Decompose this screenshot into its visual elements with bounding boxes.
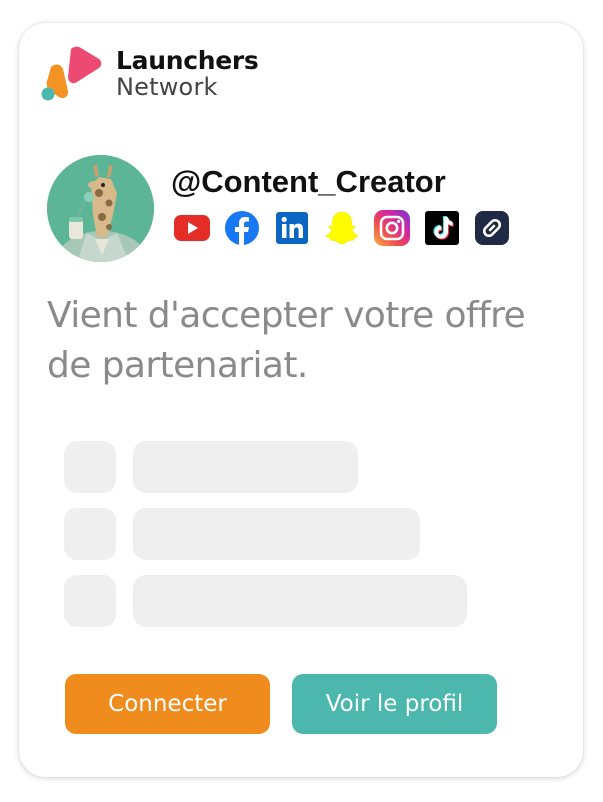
connect-button[interactable]: Connecter — [65, 674, 270, 734]
launchers-logo-icon — [41, 46, 102, 101]
youtube-icon[interactable] — [174, 210, 210, 246]
notification-card: Launchers Network @Content_Creator Vient… — [19, 23, 583, 777]
placeholder-icon — [64, 508, 116, 560]
username: @Content_Creator — [171, 164, 446, 199]
brand-header: Launchers Network — [41, 45, 301, 105]
instagram-icon[interactable] — [374, 210, 410, 246]
placeholder-line — [133, 441, 358, 493]
social-links — [174, 210, 524, 246]
notification-message: Vient d'accepter votre offre de partenar… — [47, 295, 526, 386]
placeholder-line — [133, 508, 420, 560]
facebook-icon[interactable] — [224, 210, 260, 246]
snapchat-icon[interactable] — [324, 210, 360, 246]
brand-subtitle: Network — [116, 73, 218, 101]
placeholder-icon — [64, 575, 116, 627]
link-icon[interactable] — [474, 210, 510, 246]
tiktok-icon[interactable] — [424, 210, 460, 246]
linkedin-icon[interactable] — [274, 210, 310, 246]
view-profile-button[interactable]: Voir le profil — [292, 674, 497, 734]
placeholder-line — [133, 575, 467, 627]
avatar[interactable] — [47, 155, 154, 262]
giraffe-avatar — [47, 155, 154, 262]
placeholder-icon — [64, 441, 116, 493]
